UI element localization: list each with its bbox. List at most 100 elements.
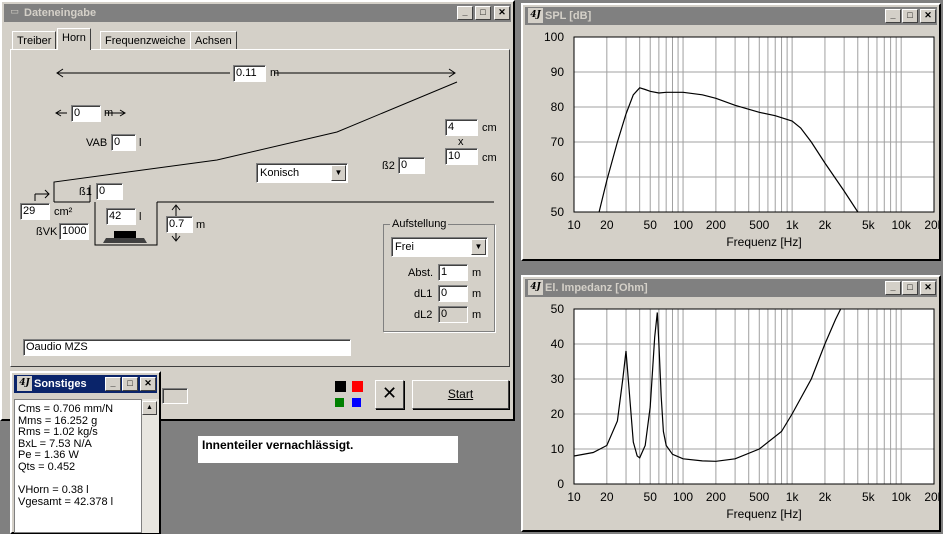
info-line: Vgesamt = 42.378 l xyxy=(18,495,114,508)
y-tick-label: 40 xyxy=(551,337,565,351)
horn-length-unit: m xyxy=(270,67,280,79)
info-line: Qts = 0.452 xyxy=(18,460,76,473)
aufstellung-label: Aufstellung xyxy=(390,218,449,231)
color-swatch-green[interactable] xyxy=(335,398,344,407)
y-tick-label: 50 xyxy=(551,302,565,316)
sonstiges-window: 4J Sonstiges _ □ ✕ Cms = 0.706 mm/N Mms … xyxy=(10,371,161,534)
beta2-input[interactable]: 0 xyxy=(398,157,425,174)
volume-input[interactable]: 42 xyxy=(106,208,136,225)
spl-title: SPL [dB] xyxy=(545,10,592,22)
mouth-width-input[interactable]: 4 xyxy=(445,119,478,136)
spl-titlebar[interactable]: 4J SPL [dB] _ □ ✕ xyxy=(525,7,937,25)
x-tick-label: 5k xyxy=(862,490,876,504)
chevron-down-icon[interactable]: ▼ xyxy=(331,165,346,181)
throat-area-unit: cm² xyxy=(54,206,73,218)
impedance-title: El. Impedanz [Ohm] xyxy=(545,282,648,294)
sonstiges-titlebar[interactable]: 4J Sonstiges _ □ ✕ xyxy=(14,375,157,393)
minimize-button[interactable]: _ xyxy=(105,377,121,391)
dl1-label: dL1 xyxy=(414,288,433,300)
minimize-button[interactable]: _ xyxy=(885,9,901,23)
minimize-button[interactable]: _ xyxy=(885,281,901,295)
scroll-up-button[interactable]: ▲ xyxy=(142,401,157,415)
dl2-unit: m xyxy=(472,309,482,321)
color-swatch-black[interactable] xyxy=(335,381,346,392)
dl1-unit: m xyxy=(472,288,482,300)
dl2-input: 0 xyxy=(438,306,468,323)
color-swatch-red[interactable] xyxy=(352,381,363,392)
aufstellung-value: Frei xyxy=(395,241,414,253)
impedance-titlebar[interactable]: 4J El. Impedanz [Ohm] _ □ ✕ xyxy=(525,279,937,297)
sonstiges-title: Sonstiges xyxy=(34,378,87,390)
dl1-input[interactable]: 0 xyxy=(438,285,468,302)
beta2-label: ß2 xyxy=(382,160,395,172)
y-tick-label: 100 xyxy=(544,30,564,44)
info-line: VHorn = 0.38 l xyxy=(18,484,89,497)
y-tick-label: 50 xyxy=(551,205,565,219)
app-icon: 4J xyxy=(528,280,543,295)
x-tick-label: 10 xyxy=(567,490,581,504)
depth-input[interactable]: 0.7 xyxy=(166,216,193,233)
x-tick-label: 20k xyxy=(924,218,939,232)
impedance-window: 4J El. Impedanz [Ohm] _ □ ✕ 10 20 50 100 200… xyxy=(521,275,941,532)
x-tick-label: 50 xyxy=(644,218,658,232)
y-tick-label: 0 xyxy=(557,477,564,491)
maximize-button[interactable]: □ xyxy=(902,281,918,295)
scrollbar[interactable]: ▲ xyxy=(142,399,159,533)
plot-area xyxy=(573,36,935,213)
chevron-down-icon[interactable]: ▼ xyxy=(471,239,486,255)
maximize-button[interactable]: □ xyxy=(122,377,138,391)
x-tick-label: 10 xyxy=(567,218,581,232)
clear-button[interactable]: ✕ xyxy=(375,380,404,409)
start-label: Start xyxy=(447,387,474,401)
status-message-box: Innenteiler vernachlässigt. xyxy=(198,436,458,463)
bvk-input[interactable]: 1000 xyxy=(59,223,89,240)
throat-area-input[interactable]: 29 xyxy=(20,203,50,220)
tab-label: Horn xyxy=(62,32,86,44)
color-swatch-blue[interactable] xyxy=(352,398,361,407)
y-tick-label: 70 xyxy=(551,135,565,149)
start-button[interactable]: Start xyxy=(412,380,509,409)
aufstellung-group: Aufstellung Frei ▼ Abst. 1 m dL1 0 m dL2… xyxy=(383,218,495,332)
x-tick-label: 20k xyxy=(924,490,939,504)
bvk-label: ßVK xyxy=(36,226,58,238)
dateneingabe-window: ▭ Dateneingabe _ □ ✕ Treiber Horn Freque… xyxy=(0,0,515,421)
close-icon: ✕ xyxy=(381,383,398,403)
beta1-input[interactable]: 0 xyxy=(96,183,123,200)
horn-type-select[interactable]: Konisch ▼ xyxy=(256,163,348,183)
speaker-icon xyxy=(114,231,136,238)
y-tick-label: 90 xyxy=(551,65,565,79)
plot-area xyxy=(573,308,935,485)
y-tick-label: 10 xyxy=(551,442,565,456)
volume-unit: l xyxy=(139,211,142,223)
status-message: Innenteiler vernachlässigt. xyxy=(202,438,354,452)
abst-input[interactable]: 1 xyxy=(438,264,468,281)
depth-unit: m xyxy=(196,219,206,231)
close-button[interactable]: ✕ xyxy=(920,9,936,23)
x-tick-label: 100 xyxy=(673,218,693,232)
dl2-label: dL2 xyxy=(414,309,433,321)
vab-input[interactable]: 0 xyxy=(111,134,136,151)
x-axis-label: Frequenz [Hz] xyxy=(726,235,801,249)
tab-horn[interactable]: Horn xyxy=(57,28,91,50)
close-button[interactable]: ✕ xyxy=(920,281,936,295)
horn-type-value: Konisch xyxy=(260,167,300,179)
x-tick-label: 500 xyxy=(749,490,769,504)
spl-chart: 10 20 50 100 200 500 1k 2k 5k 10k 20k 50 60 70 80 90 100… xyxy=(544,30,939,249)
driver-name-input[interactable]: Oaudio MZS xyxy=(23,339,351,356)
x-tick-label: 500 xyxy=(749,218,769,232)
mouth-width-unit: cm xyxy=(482,122,497,134)
horn-length-input[interactable]: 0.11 xyxy=(233,65,266,82)
x-tick-label: 1k xyxy=(786,490,800,504)
impedance-chart: 1020501002005001k2k5k10k20k01020304050Fr… xyxy=(551,302,939,521)
mouth-height-input[interactable]: 10 xyxy=(445,148,478,165)
offset-input[interactable]: 0 xyxy=(71,105,101,122)
close-button[interactable]: ✕ xyxy=(140,377,156,391)
maximize-button[interactable]: □ xyxy=(902,9,918,23)
app-icon: 4J xyxy=(17,376,32,391)
x-tick-label: 1k xyxy=(786,218,800,232)
x-tick-label: 5k xyxy=(862,218,876,232)
aufstellung-select[interactable]: Frei ▼ xyxy=(391,237,488,257)
y-tick-label: 30 xyxy=(551,372,565,386)
x-tick-label: 20 xyxy=(600,490,614,504)
x-tick-label: 200 xyxy=(706,490,726,504)
